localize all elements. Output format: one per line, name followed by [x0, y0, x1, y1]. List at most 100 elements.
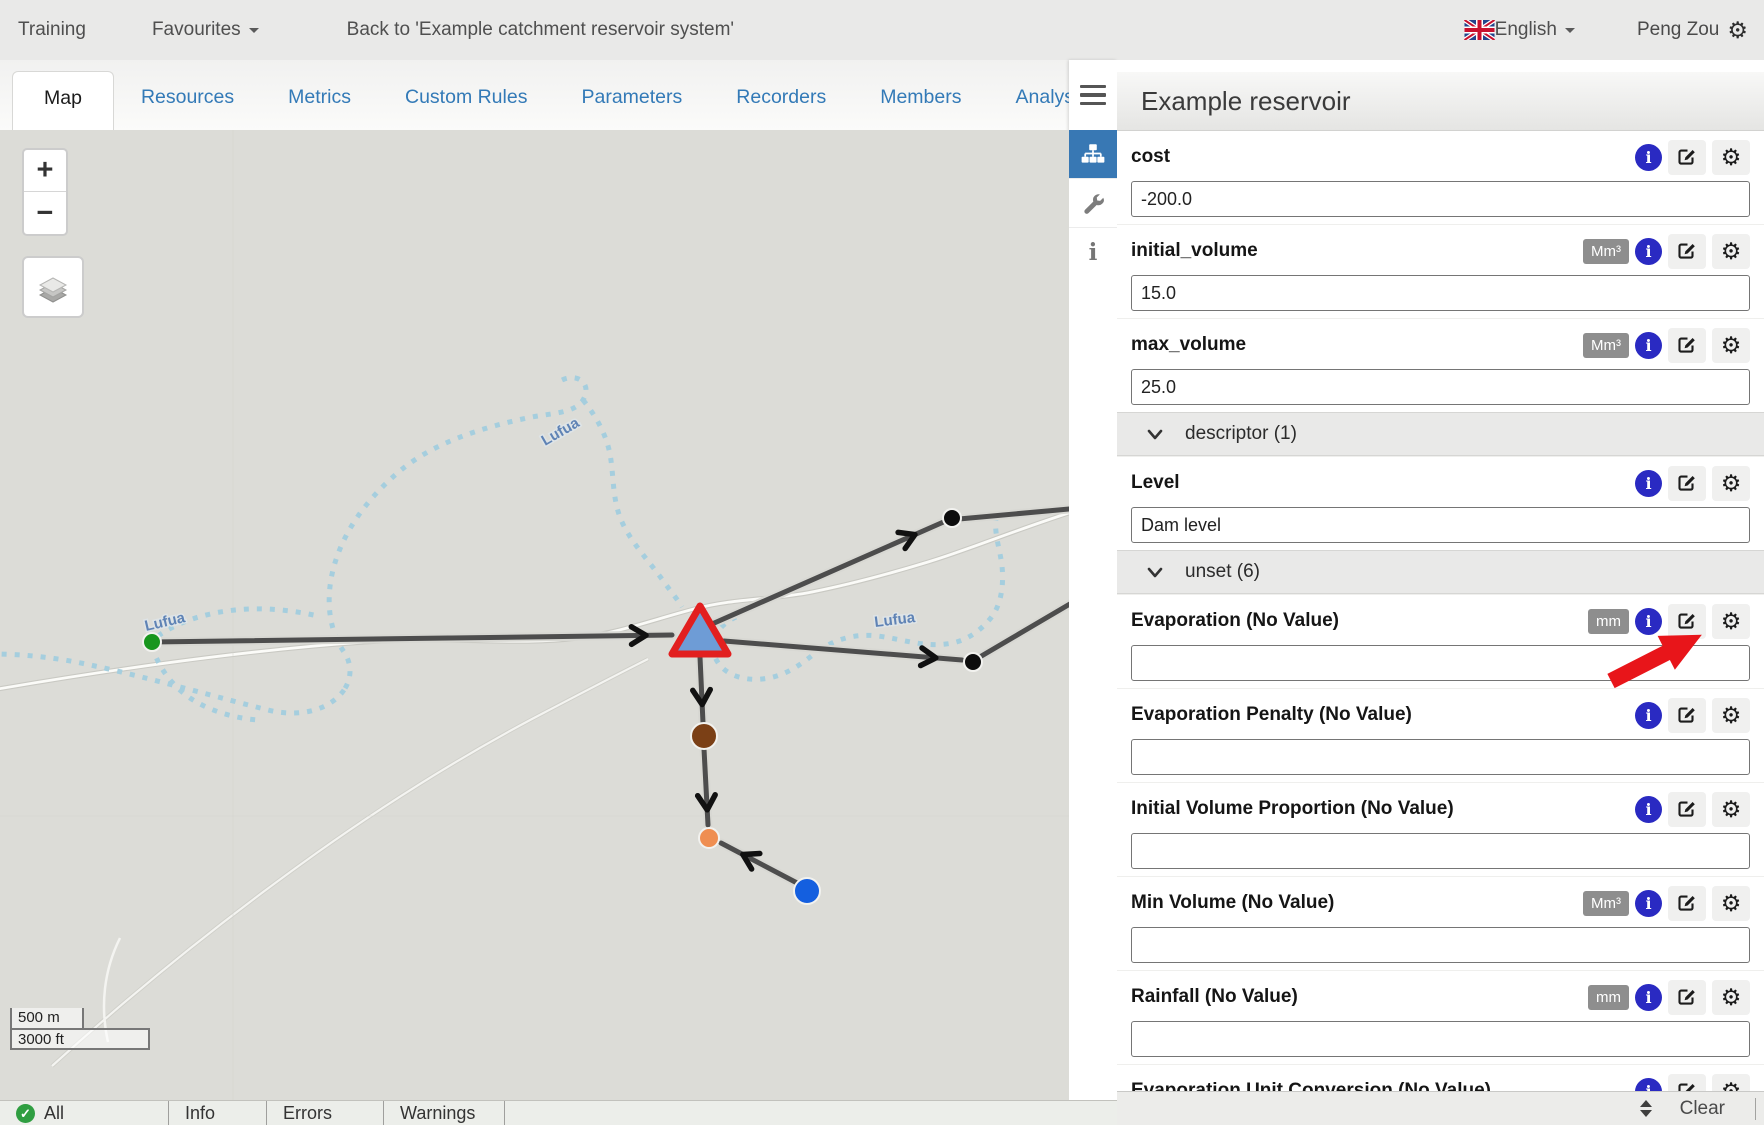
zoom-out-button[interactable]: − — [24, 192, 66, 234]
field-input-cost[interactable] — [1131, 181, 1750, 217]
node-catchment-inflow[interactable] — [143, 633, 161, 651]
field-initial-volume-proportion-no-value: Initial Volume Proportion (No Value)i⚙ — [1117, 782, 1764, 876]
hamburger-menu-button[interactable] — [1069, 60, 1117, 130]
navbar-right: English Peng Zou ⚙ — [1464, 19, 1748, 42]
gear-icon: ⚙ — [1721, 610, 1742, 633]
up-down-icon[interactable] — [1640, 1100, 1652, 1117]
tool-info[interactable]: i — [1069, 227, 1117, 276]
pencil-square-icon — [1677, 473, 1697, 493]
user-menu[interactable]: Peng Zou ⚙ — [1637, 19, 1748, 42]
edit-button[interactable] — [1668, 328, 1706, 363]
zoom-in-button[interactable]: + — [24, 150, 66, 192]
edge-casing — [152, 508, 1069, 884]
edit-button[interactable] — [1668, 466, 1706, 501]
field-input-rainfall-no-value[interactable] — [1131, 1021, 1750, 1057]
node-node-orange[interactable] — [699, 828, 719, 848]
gear-button[interactable]: ⚙ — [1712, 604, 1750, 639]
field-input-initial-volume[interactable] — [1131, 275, 1750, 311]
info-icon[interactable]: i — [1635, 984, 1662, 1011]
info-icon[interactable]: i — [1635, 702, 1662, 729]
field-input-level[interactable] — [1131, 507, 1750, 543]
edit-button[interactable] — [1668, 604, 1706, 639]
unit-badge: Mm³ — [1583, 891, 1629, 916]
field-label: Evaporation (No Value) — [1131, 610, 1339, 632]
tab-metrics[interactable]: Metrics — [261, 86, 378, 109]
pencil-square-icon — [1677, 799, 1697, 819]
tab-custom-rules[interactable]: Custom Rules — [378, 86, 554, 109]
section-descriptor-1[interactable]: descriptor (1) — [1117, 412, 1764, 456]
edit-button[interactable] — [1668, 698, 1706, 733]
app-window: Training Favourites Back to 'Example cat… — [0, 0, 1764, 1125]
field-input-min-volume-no-value[interactable] — [1131, 927, 1750, 963]
field-label: Rainfall (No Value) — [1131, 986, 1298, 1008]
status-filter-all[interactable]: ✓All — [0, 1101, 169, 1125]
gear-button[interactable]: ⚙ — [1712, 980, 1750, 1015]
edit-button[interactable] — [1668, 234, 1706, 269]
info-icon[interactable]: i — [1635, 144, 1662, 171]
tab-map[interactable]: Map — [12, 71, 114, 130]
map-zoom-control: + − — [22, 148, 68, 236]
chevron-down-icon — [1147, 429, 1163, 440]
gear-icon: ⚙ — [1721, 146, 1742, 169]
gear-button[interactable]: ⚙ — [1712, 466, 1750, 501]
tab-members[interactable]: Members — [853, 86, 988, 109]
edit-button[interactable] — [1668, 886, 1706, 921]
nav-favourites-label: Favourites — [152, 19, 241, 41]
nav-back-link[interactable]: Back to 'Example catchment reservoir sys… — [347, 19, 734, 41]
edit-button[interactable] — [1668, 140, 1706, 175]
status-filter-label: All — [44, 1103, 64, 1124]
section-unset-6[interactable]: unset (6) — [1117, 550, 1764, 594]
info-icon[interactable]: i — [1635, 332, 1662, 359]
field-min-volume-no-value: Min Volume (No Value)Mm³i⚙ — [1117, 876, 1764, 970]
clear-button[interactable]: Clear — [1680, 1098, 1725, 1120]
gear-button[interactable]: ⚙ — [1712, 698, 1750, 733]
nav-brand-training[interactable]: Training — [18, 19, 86, 41]
wrench-icon — [1080, 190, 1107, 217]
unit-badge: Mm³ — [1583, 239, 1629, 264]
gear-button[interactable]: ⚙ — [1712, 792, 1750, 827]
tool-model-tree[interactable] — [1069, 130, 1117, 178]
tool-settings-wrench[interactable] — [1069, 178, 1117, 227]
gear-icon: ⚙ — [1721, 704, 1742, 727]
node-junction-north[interactable] — [943, 509, 961, 527]
gear-button[interactable]: ⚙ — [1712, 234, 1750, 269]
gear-icon: ⚙ — [1727, 19, 1748, 42]
panel-footer: Clear — [1117, 1091, 1764, 1125]
status-filter-label: Errors — [283, 1103, 332, 1124]
gear-icon: ⚙ — [1721, 892, 1742, 915]
layers-button[interactable] — [22, 256, 84, 318]
info-icon[interactable]: i — [1635, 470, 1662, 497]
info-icon[interactable]: i — [1635, 796, 1662, 823]
tab-recorders[interactable]: Recorders — [709, 86, 853, 109]
gear-button[interactable]: ⚙ — [1712, 886, 1750, 921]
info-icon[interactable]: i — [1635, 238, 1662, 265]
status-filter-info[interactable]: Info — [169, 1101, 267, 1125]
field-input-initial-volume-proportion-no-value[interactable] — [1131, 833, 1750, 869]
panel-title: Example reservoir — [1117, 72, 1764, 131]
field-input-evaporation-no-value[interactable] — [1131, 645, 1750, 681]
info-icon[interactable]: i — [1635, 890, 1662, 917]
gear-button[interactable]: ⚙ — [1712, 328, 1750, 363]
nav-favourites-menu[interactable]: Favourites — [152, 19, 259, 41]
node-node-brown[interactable] — [691, 723, 717, 749]
hamburger-icon — [1080, 85, 1106, 89]
status-filter-warnings[interactable]: Warnings — [384, 1101, 505, 1125]
map-graph: LufuaLufuaLufua — [0, 130, 1069, 1100]
field-header: Initial Volume Proportion (No Value)i⚙ — [1131, 791, 1750, 827]
map-canvas[interactable]: LufuaLufuaLufua + − 500 m 3000 ft — [0, 130, 1069, 1100]
tab-resources[interactable]: Resources — [114, 86, 261, 109]
edit-button[interactable] — [1668, 980, 1706, 1015]
node-node-blue[interactable] — [794, 878, 820, 904]
language-menu[interactable]: English — [1464, 19, 1575, 41]
node-junction-east[interactable] — [964, 653, 982, 671]
field-input-max-volume[interactable] — [1131, 369, 1750, 405]
pencil-square-icon — [1677, 241, 1697, 261]
info-icon[interactable]: i — [1635, 608, 1662, 635]
edit-button[interactable] — [1668, 792, 1706, 827]
status-filter-errors[interactable]: Errors — [267, 1101, 384, 1125]
tab-parameters[interactable]: Parameters — [554, 86, 709, 109]
field-input-evaporation-penalty-no-value[interactable] — [1131, 739, 1750, 775]
tab-analysis[interactable]: Analysis — [989, 86, 1070, 109]
unit-badge: mm — [1588, 985, 1629, 1010]
gear-button[interactable]: ⚙ — [1712, 140, 1750, 175]
